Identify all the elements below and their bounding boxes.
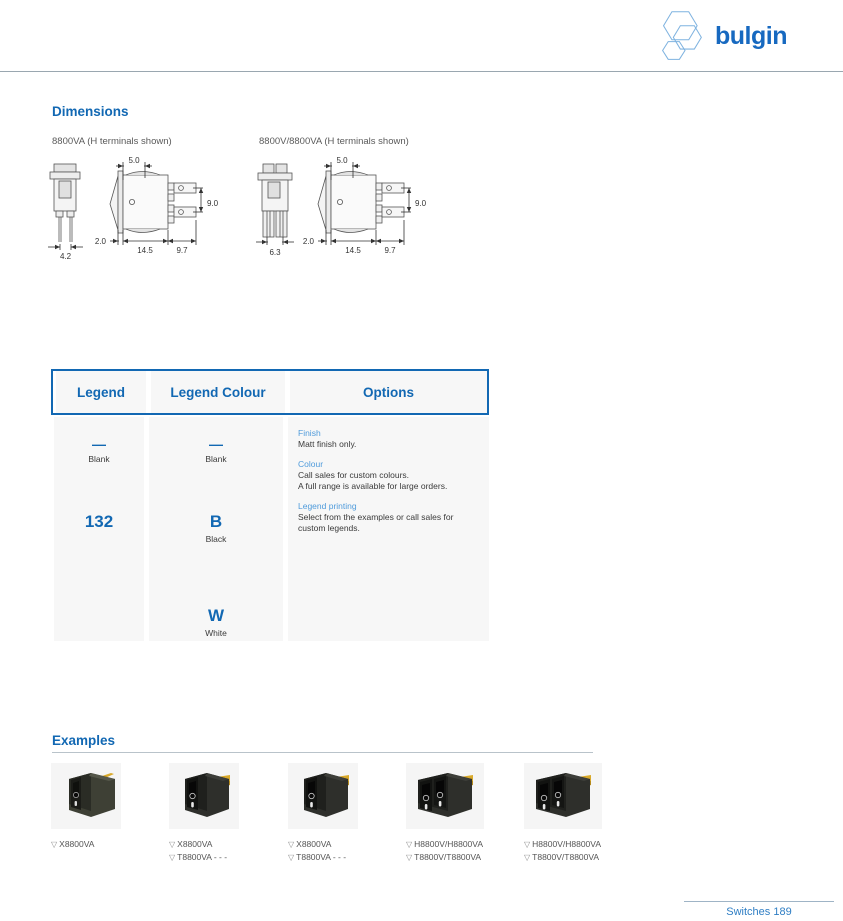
dim-label-2-0: 2.0 (95, 237, 107, 246)
column-header-legend-colour: Legend Colour (151, 371, 285, 413)
legend-code-132: 132 (84, 512, 114, 531)
example-caption: ▽ X8800VA (51, 838, 121, 851)
example-item[interactable]: ▽ X8800VA (51, 763, 121, 851)
option-group-colour: Colour Call sales for custom colours. A f… (298, 459, 479, 492)
example-part-number: T8800V/T8800VA (532, 851, 600, 862)
examples-title: Examples (52, 733, 116, 748)
example-part-number: H8800V/H8800VA (532, 839, 601, 849)
options-table: Legend Legend Colour Options — Blank 132… (51, 369, 489, 641)
dim-label-4-2: 4.2 (60, 252, 72, 261)
example-item[interactable]: ▽ H8800V/H8800VA ▽ T8800V/T8800VA (406, 763, 484, 863)
legend-colour-code-black: B (209, 512, 223, 531)
cell-legend: — Blank 132 (54, 417, 144, 641)
option-group-finish: Finish Matt finish only. (298, 428, 479, 450)
legend-colour-code-white: W (207, 606, 225, 625)
example-item[interactable]: ▽ H8800V/H8800VA ▽ T8800V/T8800VA (524, 763, 602, 863)
example-thumbnail (169, 763, 239, 829)
legend-colour-label-white: White (205, 627, 227, 638)
brand-logo: bulgin (657, 8, 787, 64)
dim-label-2-0: 2.0 (303, 237, 315, 246)
legend-colour-code-blank: — (209, 436, 223, 452)
brand-name: bulgin (715, 21, 787, 50)
example-item[interactable]: ▽ X8800VA ▽ T8800VA - - - (288, 763, 358, 863)
example-item[interactable]: ▽ X8800VA ▽ T8800VA - - - (169, 763, 239, 863)
option-heading-finish: Finish (298, 428, 321, 438)
legend-label-blank: Blank (88, 454, 110, 465)
rocker-switch-single-olive-icon (69, 773, 115, 817)
column-header-legend: Legend (56, 371, 146, 413)
example-part-number: X8800VA (296, 839, 332, 849)
dim-label-9-0: 9.0 (415, 199, 427, 208)
legend-option-132[interactable]: 132 (54, 512, 144, 532)
option-heading-legend-printing: Legend printing (298, 501, 357, 512)
funnel-icon: ▽ (524, 840, 531, 849)
hexagon-logo-icon (662, 11, 702, 60)
dimension-drawing-8800v-8800va: 6.3 5.0 9.0 2.0 14.5 9.7 (248, 150, 448, 270)
option-heading-colour: Colour (298, 459, 324, 470)
funnel-icon: ▽ (406, 852, 413, 862)
example-part-number: H8800V/H8800VA (414, 839, 483, 849)
dim-label-9-7: 9.7 (176, 246, 188, 255)
funnel-icon: ▽ (169, 852, 176, 862)
example-part-number: T8800V/T8800VA (414, 851, 482, 862)
rocker-switch-double-black-icon (418, 773, 473, 817)
rocker-switch-double-black-alt-icon (536, 773, 591, 817)
example-part-number: X8800VA (177, 839, 213, 849)
legend-option-blank[interactable]: — Blank (54, 436, 144, 465)
example-part-number: X8800VA (59, 839, 95, 849)
dim-label-14-5: 14.5 (345, 246, 361, 255)
footer-page-label: Switches 189 (726, 906, 792, 918)
funnel-icon: ▽ (288, 840, 295, 849)
table-header-row: Legend Legend Colour Options (51, 369, 489, 415)
dim-label-9-7: 9.7 (384, 246, 396, 255)
example-thumbnail (524, 763, 602, 829)
dim-label-6-3: 6.3 (269, 248, 281, 257)
example-caption: ▽ X8800VA ▽ T8800VA - - - (169, 838, 239, 863)
dimensions-title: Dimensions (52, 104, 129, 119)
example-thumbnail (51, 763, 121, 829)
examples-divider (52, 752, 593, 753)
cell-options: Finish Matt finish only. Colour Call sal… (288, 417, 489, 641)
example-part-number: T8800VA - - - (296, 851, 347, 862)
option-body-legend-printing: Select from the examples or call sales f… (298, 512, 454, 534)
rocker-switch-single-black-icon (185, 773, 230, 817)
dim-label-9-0: 9.0 (207, 199, 219, 208)
dim-label-5-0: 5.0 (128, 156, 140, 165)
legend-colour-option-black[interactable]: B Black (149, 512, 283, 544)
legend-colour-label-black: Black (205, 533, 227, 544)
table-body-row: — Blank 132 — Blank B Black W White Fini… (51, 417, 489, 641)
footer-divider (684, 901, 834, 902)
legend-colour-label-blank: Blank (205, 454, 227, 465)
legend-colour-option-white[interactable]: W White (149, 606, 283, 638)
cell-legend-colour: — Blank B Black W White (149, 417, 283, 641)
dimension-drawing-8800va: 4.2 5.0 9.0 2.0 14.5 9.7 (40, 150, 240, 270)
funnel-icon: ▽ (406, 840, 413, 849)
dim-label-14-5: 14.5 (137, 246, 153, 255)
funnel-icon: ▽ (524, 852, 531, 862)
rocker-switch-single-black-alt-icon (304, 773, 349, 817)
example-part-number: T8800VA - - - (177, 851, 228, 862)
legend-code-blank: — (92, 436, 106, 452)
funnel-icon: ▽ (288, 852, 295, 862)
drawing-caption-1: 8800VA (H terminals shown) (52, 136, 172, 147)
example-thumbnail (288, 763, 358, 829)
legend-colour-option-blank[interactable]: — Blank (149, 436, 283, 465)
drawing-caption-2: 8800V/8800VA (H terminals shown) (259, 136, 409, 147)
option-group-legend-printing: Legend printing Select from the examples… (298, 501, 479, 534)
option-body-colour: Call sales for custom colours. A full ran… (298, 470, 448, 492)
example-caption: ▽ H8800V/H8800VA ▽ T8800V/T8800VA (406, 838, 484, 863)
page-header: bulgin (0, 0, 843, 72)
dim-label-5-0: 5.0 (336, 156, 348, 165)
example-caption: ▽ H8800V/H8800VA ▽ T8800V/T8800VA (524, 838, 602, 863)
example-caption: ▽ X8800VA ▽ T8800VA - - - (288, 838, 358, 863)
option-body-finish: Matt finish only. (298, 439, 357, 449)
funnel-icon: ▽ (51, 840, 58, 849)
funnel-icon: ▽ (169, 840, 176, 849)
column-header-options: Options (290, 371, 487, 413)
example-thumbnail (406, 763, 484, 829)
